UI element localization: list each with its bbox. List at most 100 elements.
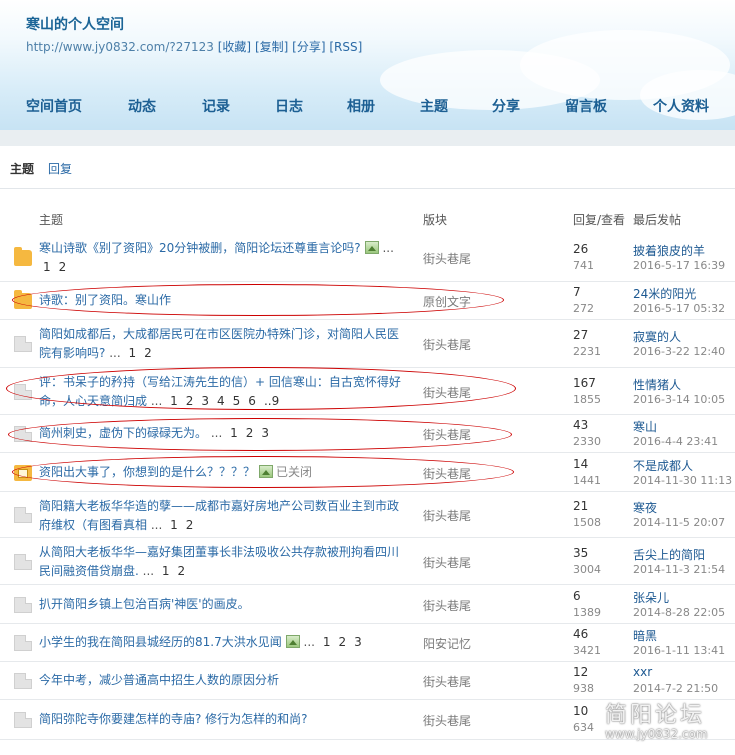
last-poster-link[interactable]: 寒山 [633, 418, 657, 435]
last-post-date: 2014-11-30 11:13 [633, 473, 733, 487]
thread-forum[interactable]: 原创文字 [423, 293, 471, 310]
thread-subject: 简阳弥陀寺你要建怎样的寺庙? 修行为怎样的和尚? [39, 710, 409, 729]
last-poster-link[interactable]: 暗黑 [633, 627, 657, 644]
thread-forum[interactable]: 街头巷尾 [423, 673, 471, 690]
thread-title-link[interactable]: 诗歌：别了资阳。寒山作 [39, 293, 171, 307]
thread-forum[interactable]: 街头巷尾 [423, 384, 471, 401]
page-number-link[interactable]: 2 [59, 260, 67, 274]
thread-forum[interactable]: 街头巷尾 [423, 426, 471, 443]
last-poster-link[interactable]: 舌尖上的简阳 [633, 546, 705, 563]
last-post-date: 2014-11-5 20:07 [633, 516, 726, 529]
bookmark-link[interactable]: [收藏] [218, 40, 251, 54]
tab-threads[interactable]: 主题 [10, 160, 34, 177]
copy-link[interactable]: [复制] [255, 40, 288, 54]
page-number-link[interactable]: 1 [170, 394, 178, 408]
page-number-link[interactable]: 5 [233, 394, 241, 408]
thread-row: 扒开简阳乡镇上包治百病'神医'的画皮。 街头巷尾 6 1389 张朵儿 2014-8-28… [0, 585, 735, 624]
thread-title-link[interactable]: 从简阳大老板华华—嘉好集团董事长非法吸收公共存款被刑拘看四川民间融资借贷崩盘. [39, 545, 399, 578]
page-number-link[interactable]: 2 [186, 394, 194, 408]
page-number-link[interactable]: 2 [178, 564, 186, 578]
page-number-link[interactable]: 1 [230, 426, 238, 440]
page-number-link[interactable]: 1 [323, 635, 331, 649]
nav-home[interactable]: 空间首页 [26, 96, 82, 116]
reply-count: 167 [573, 375, 596, 390]
page-number-link[interactable]: 1 [43, 260, 51, 274]
page-number-link[interactable]: 1 [170, 518, 178, 532]
thread-title-link[interactable]: 简阳如成都后，大成都居民可在市区医院办特殊门诊，对简阳人民医院有影响吗? [39, 327, 399, 360]
last-poster-link[interactable]: 寂寞的人 [633, 328, 681, 345]
thread-title-link[interactable]: 资阳出大事了，你想到的是什么？？？？ [39, 465, 255, 479]
page-number-link[interactable]: 2 [144, 346, 152, 360]
thread-subject: 寒山诗歌《别了资阳》20分钟被删，简阳论坛还尊重言论吗? ... 12 [39, 239, 409, 277]
page-number-link[interactable]: 3 [201, 394, 209, 408]
last-poster-link[interactable]: 披着狼皮的羊 [633, 242, 705, 259]
thread-subject: 简州刺史，虚伪下的碌碌无为。 ... 123 [39, 424, 409, 443]
page-links: ... 123 [299, 635, 362, 649]
column-header-stats: 回复/查看 [573, 213, 626, 227]
thread-subject: 从简阳大老板华华—嘉好集团董事长非法吸收公共存款被刑拘看四川民间融资借贷崩盘. … [39, 543, 409, 581]
thread-title-link[interactable]: 今年中考，减少普通高中招生人数的原因分析 [39, 673, 279, 687]
watermark-text: 简阳论坛 [605, 703, 706, 728]
nav-records[interactable]: 记录 [202, 96, 230, 116]
thread-title-link[interactable]: 寒山诗歌《别了资阳》20分钟被删，简阳论坛还尊重言论吗? [39, 241, 361, 255]
last-poster-link[interactable]: 张朵儿 [633, 589, 669, 606]
thread-title-link[interactable]: 小学生的我在简阳县城经历的81.7大洪水见闻 [39, 635, 282, 649]
thread-status-icon [14, 635, 32, 651]
thread-row: 今年中考，减少普通高中招生人数的原因分析 街头巷尾 12 938 xxr 2014-7-2… [0, 662, 735, 700]
last-poster-link[interactable]: xxr [633, 665, 652, 679]
thread-subject: 今年中考，减少普通高中招生人数的原因分析 [39, 671, 409, 690]
thread-forum[interactable]: 街头巷尾 [423, 336, 471, 353]
thread-title-link[interactable]: 扒开简阳乡镇上包治百病'神医'的画皮。 [39, 597, 250, 611]
thread-status-icon [14, 596, 32, 613]
nav-feed[interactable]: 动态 [128, 96, 156, 116]
page-number-link[interactable]: 6 [248, 394, 256, 408]
last-poster-link[interactable]: 性情猪人 [633, 376, 681, 393]
page-links: ... 12 [105, 346, 152, 360]
thread-title-link[interactable]: 简阳籍大老板华华造的孽——成都市嘉好房地产公司数百业主到市政府维权（有图看真相 [39, 499, 399, 532]
rss-link[interactable]: [RSS] [329, 40, 362, 54]
thread-row: 简阳如成都后，大成都居民可在市区医院办特殊门诊，对简阳人民医院有影响吗? ...… [0, 320, 735, 368]
thread-forum[interactable]: 街头巷尾 [423, 554, 471, 571]
last-post-date: 2014-8-28 22:05 [633, 605, 726, 619]
last-poster-link[interactable]: 寒夜 [633, 499, 657, 516]
column-header-subject: 主题 [39, 213, 64, 227]
tab-replies[interactable]: 回复 [48, 160, 72, 177]
last-poster-link[interactable]: 不是成都人 [633, 457, 693, 474]
nav-album[interactable]: 相册 [347, 96, 375, 116]
thread-forum[interactable]: 街头巷尾 [423, 597, 471, 614]
nav-threads[interactable]: 主题 [420, 96, 448, 116]
page-number-link[interactable]: 1 [128, 346, 136, 360]
last-post-date: 2016-3-14 10:05 [633, 392, 726, 406]
page-number-link[interactable]: 1 [162, 564, 170, 578]
thread-forum[interactable]: 街头巷尾 [423, 712, 471, 729]
page-number-link[interactable]: 2 [246, 426, 254, 440]
thread-forum[interactable]: 街头巷尾 [423, 465, 471, 482]
last-poster-link[interactable]: 24米的阳光 [633, 285, 696, 302]
page-number-link[interactable]: 3 [354, 635, 362, 649]
nav-share[interactable]: 分享 [492, 96, 520, 116]
page-number-link[interactable]: 2 [338, 635, 346, 649]
share-link[interactable]: [分享] [292, 40, 325, 54]
thread-title-link[interactable]: 简州刺史，虚伪下的碌碌无为。 [39, 426, 207, 440]
thread-row: 资阳出大事了，你想到的是什么？？？？ 已关闭 街头巷尾 14 1441 不是成都人 2014… [0, 453, 735, 492]
page-number-link[interactable]: ..9 [264, 394, 279, 408]
space-title[interactable]: 寒山的个人空间 [26, 14, 124, 34]
page-number-link[interactable]: 3 [261, 426, 269, 440]
last-post-date: 2016-1-11 13:41 [633, 644, 726, 657]
space-url[interactable]: http://www.jy0832.com/?27123 [26, 40, 214, 54]
reply-count: 46 [573, 627, 589, 641]
thread-forum[interactable]: 阳安记忆 [423, 635, 471, 652]
thread-subject: 诗歌：别了资阳。寒山作 [39, 291, 409, 310]
nav-profile[interactable]: 个人资料 [653, 96, 709, 116]
thread-title-link[interactable]: 简阳弥陀寺你要建怎样的寺庙? 修行为怎样的和尚? [39, 712, 308, 726]
page-number-link[interactable]: 2 [186, 518, 194, 532]
thread-status-icon [14, 464, 32, 481]
last-post-date: 2014-11-3 21:54 [633, 562, 726, 576]
nav-guestbook[interactable]: 留言板 [565, 96, 607, 116]
thread-forum[interactable]: 街头巷尾 [423, 507, 471, 524]
thread-row: 小学生的我在简阳县城经历的81.7大洪水见闻 ... 1 2 3 阳安记忆 46 3421… [0, 624, 735, 662]
nav-blog[interactable]: 日志 [275, 96, 303, 116]
thread-subject: 扒开简阳乡镇上包治百病'神医'的画皮。 [39, 595, 409, 614]
thread-forum[interactable]: 街头巷尾 [423, 250, 471, 267]
page-number-link[interactable]: 4 [217, 394, 225, 408]
